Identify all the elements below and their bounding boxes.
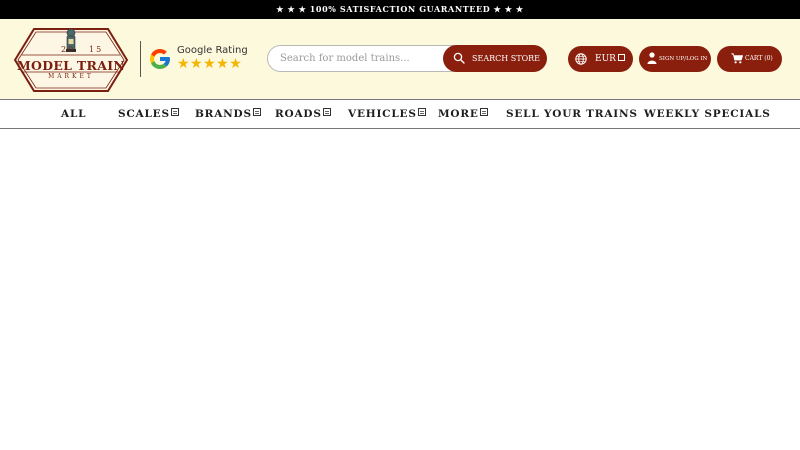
nav-item-label: WEEKLY SPECIALS xyxy=(644,108,771,120)
dropdown-icon xyxy=(479,108,488,116)
nav-item-brands[interactable]: BRANDS xyxy=(195,100,261,128)
globe-icon xyxy=(575,53,587,65)
sign-up-login-label: SIGN UP/LOG IN xyxy=(659,56,708,62)
site-logo[interactable]: 20 15 MODEL TRAIN MARKET xyxy=(14,27,128,93)
google-rating[interactable]: Google Rating ★★★★★ xyxy=(148,45,248,74)
google-icon xyxy=(150,49,170,69)
nav-item-scales[interactable]: SCALES xyxy=(118,100,179,128)
nav-item-weekly-specials[interactable]: WEEKLY SPECIALS xyxy=(644,100,771,128)
sign-up-login-button[interactable]: SIGN UP/LOG IN xyxy=(639,46,711,72)
announcement-bar: ★ ★ ★ 100% SATISFACTION GUARANTEED ★ ★ ★ xyxy=(0,0,800,19)
nav-item-all[interactable]: ALL xyxy=(61,100,86,128)
cart-icon xyxy=(731,53,743,64)
main-nav: ALL SCALES BRANDS ROADS VEHICLES MORE SE… xyxy=(0,99,800,129)
nav-item-label: VEHICLES xyxy=(348,108,417,120)
nav-item-label: SELL YOUR TRAINS xyxy=(506,108,638,120)
star-rating: ★★★★★ xyxy=(177,56,243,72)
logo-year-right: 15 xyxy=(89,45,104,54)
nav-item-label: ALL xyxy=(61,108,87,120)
nav-item-label: BRANDS xyxy=(195,108,252,120)
nav-item-label: SCALES xyxy=(118,108,170,120)
search-icon xyxy=(453,52,465,64)
logo-year-left: 20 xyxy=(61,45,76,54)
cart-button[interactable]: CART (0) xyxy=(717,46,782,72)
currency-selector[interactable]: EUR xyxy=(568,46,633,72)
site-header: 20 15 MODEL TRAIN MARKET Google Rating ★… xyxy=(0,19,800,100)
dropdown-icon xyxy=(322,108,331,116)
nav-item-vehicles[interactable]: VEHICLES xyxy=(348,100,426,128)
currency-value: EUR xyxy=(595,54,616,64)
nav-item-label: MORE xyxy=(438,108,479,120)
search-button-label: SEARCH STORE xyxy=(472,54,540,63)
nav-item-label: ROADS xyxy=(275,108,322,120)
cart-label: CART (0) xyxy=(745,55,773,62)
dropdown-icon xyxy=(170,108,179,116)
dropdown-icon xyxy=(417,108,426,116)
user-icon xyxy=(647,52,657,64)
header-divider xyxy=(140,41,141,77)
nav-item-more[interactable]: MORE xyxy=(438,100,488,128)
google-rating-label: Google Rating xyxy=(177,45,248,56)
logo-name: MODEL TRAIN xyxy=(16,58,126,73)
nav-item-sell-your-trains[interactable]: SELL YOUR TRAINS xyxy=(506,100,638,128)
search-input[interactable] xyxy=(280,46,440,71)
nav-item-roads[interactable]: ROADS xyxy=(275,100,331,128)
announcement-text: ★ ★ ★ 100% SATISFACTION GUARANTEED ★ ★ ★ xyxy=(276,4,524,14)
search-bar: SEARCH STORE xyxy=(267,45,547,72)
main-content xyxy=(0,129,800,450)
logo-subname: MARKET xyxy=(48,73,94,80)
dropdown-icon xyxy=(252,108,261,116)
search-button[interactable]: SEARCH STORE xyxy=(443,45,547,72)
chevron-down-icon xyxy=(618,54,625,61)
